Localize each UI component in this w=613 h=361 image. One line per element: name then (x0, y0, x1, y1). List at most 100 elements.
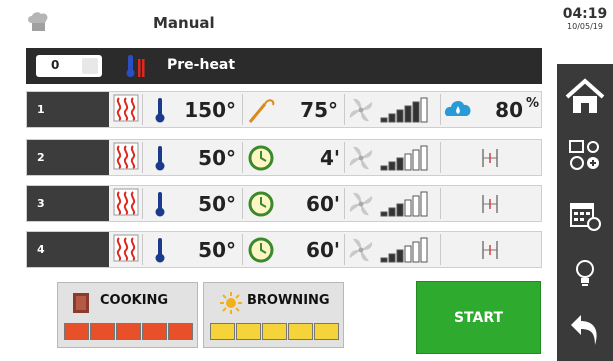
level-segment (64, 323, 89, 340)
phase-number: 2 (27, 140, 109, 175)
phase-number: 3 (27, 186, 109, 221)
level-segment (210, 323, 235, 340)
core-probe-cell[interactable]: 75° (243, 94, 345, 125)
resistance-icon (113, 234, 139, 266)
core-probe-value: 75° (300, 98, 338, 122)
back-button[interactable] (557, 300, 613, 358)
clock-time: 04:19 (562, 6, 608, 22)
temperature-value: 50° (198, 192, 236, 216)
fan-icon (347, 190, 375, 222)
hold-icon (475, 192, 505, 220)
resistance-icon (113, 188, 139, 220)
cooking-door-icon (73, 293, 89, 313)
humidity-cell[interactable]: 80% (441, 94, 541, 125)
hold-cell[interactable] (441, 234, 541, 265)
browning-level-bar (210, 323, 339, 340)
hold-cell[interactable] (441, 188, 541, 219)
start-button[interactable]: START (416, 281, 541, 354)
calendar-icon (570, 203, 601, 231)
fan-cell[interactable] (345, 188, 441, 219)
fan-cell[interactable] (345, 94, 441, 125)
phase-number: 1 (27, 92, 109, 127)
time-value: 4' (319, 146, 340, 170)
hold-icon (475, 146, 505, 174)
clock: 04:19 10/05/19 (557, 0, 613, 44)
cooking-button[interactable]: COOKING (57, 282, 198, 348)
thermometer-icon (153, 236, 167, 268)
program-settings-button[interactable] (557, 126, 613, 184)
page-title: Manual (153, 14, 215, 32)
program-settings-icon (569, 140, 599, 170)
level-segment (262, 323, 287, 340)
thermometer-icon (153, 190, 167, 222)
resistance-cell[interactable] (109, 94, 143, 125)
level-segment (142, 323, 167, 340)
phase-row[interactable]: 4 50° 60' (26, 231, 542, 268)
resistance-icon (113, 142, 139, 174)
preheat-thermometer-icon (126, 55, 145, 77)
temperature-value: 150° (184, 98, 236, 122)
chef-hat-icon (28, 12, 48, 31)
fan-icon (347, 144, 375, 176)
fan-speed-bars (379, 236, 431, 268)
level-segment (90, 323, 115, 340)
phase-row[interactable]: 1 150° 75° 80% (26, 91, 542, 128)
home-button[interactable] (557, 68, 613, 126)
oven-manual-screen: Manual 04:19 10/05/19 0 Pre-heat 1 150° 75… (0, 0, 613, 361)
phase-number: 4 (27, 232, 109, 267)
temperature-cell[interactable]: 50° (143, 142, 243, 173)
browning-button[interactable]: BROWNING (203, 282, 344, 348)
sun-icon (220, 292, 242, 314)
timer-icon (247, 236, 275, 268)
preheat-toggle-knob (82, 58, 98, 74)
preheat-bar: 0 Pre-heat (26, 48, 542, 84)
phase-row[interactable]: 2 50° 4' (26, 139, 542, 176)
fan-icon (347, 96, 375, 128)
timer-cell[interactable]: 4' (243, 142, 345, 173)
clock-date: 10/05/19 (567, 22, 603, 31)
thermometer-icon (153, 144, 167, 176)
temperature-cell[interactable]: 150° (143, 94, 243, 125)
sidebar (557, 64, 613, 361)
home-icon (565, 78, 605, 113)
core-probe-icon (247, 96, 277, 128)
thermometer-icon (153, 96, 167, 128)
resistance-cell[interactable] (109, 188, 143, 219)
timer-icon (247, 190, 275, 222)
fan-cell[interactable] (345, 234, 441, 265)
calendar-button[interactable] (557, 186, 613, 244)
temperature-cell[interactable]: 50° (143, 234, 243, 265)
browning-label: BROWNING (247, 293, 330, 308)
resistance-cell[interactable] (109, 142, 143, 173)
timer-cell[interactable]: 60' (243, 188, 345, 219)
preheat-toggle[interactable]: 0 (36, 55, 102, 77)
level-segment (236, 323, 261, 340)
time-value: 60' (306, 192, 340, 216)
humidity-icon (443, 96, 473, 128)
fan-speed-bars (379, 144, 431, 176)
humidity-unit: % (525, 96, 539, 111)
time-value: 60' (306, 238, 340, 262)
hold-icon (475, 238, 505, 266)
fan-speed-bars (379, 96, 431, 128)
cooking-label: COOKING (100, 293, 169, 308)
preheat-label: Pre-heat (167, 57, 236, 73)
timer-cell[interactable]: 60' (243, 234, 345, 265)
hold-cell[interactable] (441, 142, 541, 173)
resistance-cell[interactable] (109, 234, 143, 265)
back-arrow-icon (571, 315, 597, 345)
temperature-value: 50° (198, 146, 236, 170)
temperature-cell[interactable]: 50° (143, 188, 243, 219)
temperature-value: 50° (198, 238, 236, 262)
cooking-level-bar (64, 323, 193, 340)
level-segment (314, 323, 339, 340)
level-segment (116, 323, 141, 340)
resistance-icon (113, 94, 139, 126)
light-button[interactable] (557, 244, 613, 302)
level-segment (168, 323, 193, 340)
phase-row[interactable]: 3 50° 60' (26, 185, 542, 222)
fan-cell[interactable] (345, 142, 441, 173)
level-segment (288, 323, 313, 340)
light-bulb-icon (576, 260, 594, 286)
preheat-value: 0 (51, 58, 60, 72)
